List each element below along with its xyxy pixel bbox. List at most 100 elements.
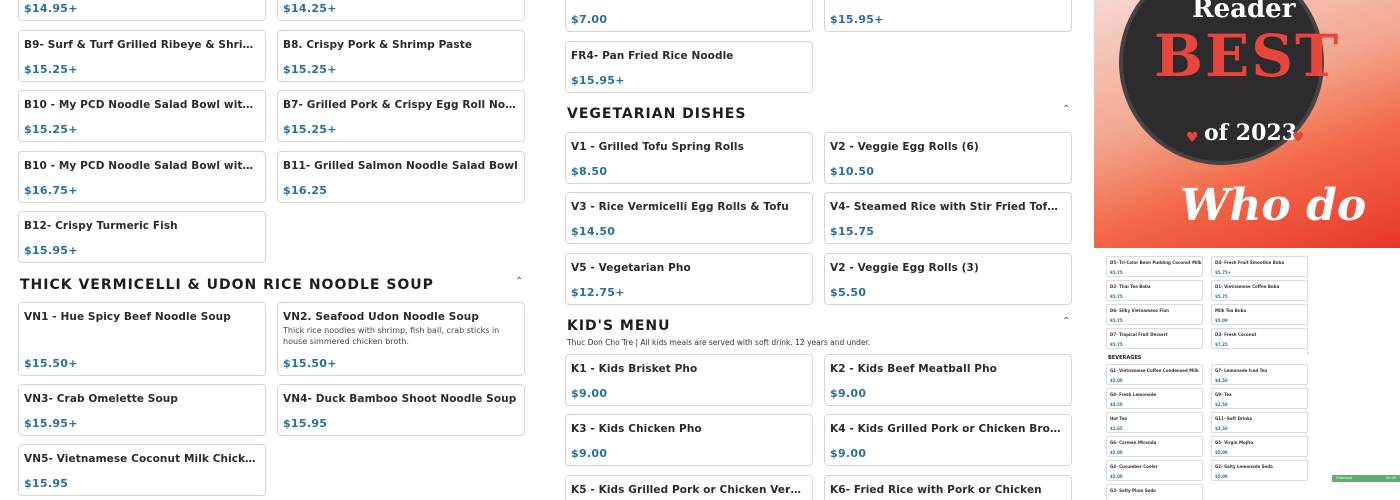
item-price: $12.75+	[571, 286, 625, 299]
mini-checkout-label: Checkout	[1336, 476, 1353, 480]
menu-item-card[interactable]: B10 - My PCD Noodle Salad Bowl with 3 Pr…	[18, 151, 266, 203]
mini-item-price: $5.75	[1215, 294, 1228, 299]
chevron-up-icon[interactable]: ⌃	[515, 276, 523, 287]
menu-item-card[interactable]: VN2. Seafood Udon Noodle Soup Thick rice…	[277, 302, 525, 376]
mini-item-price: $5.00	[1215, 318, 1228, 323]
mini-item-price: $5.75	[1110, 270, 1123, 275]
mini-item-card: D6- Silky Vietnamese Flan $5.75	[1106, 304, 1203, 325]
mini-item-card: Milk Tea Boba $5.00	[1211, 304, 1308, 325]
item-price: $15.25+	[283, 63, 337, 76]
item-price: $5.50	[830, 286, 867, 299]
mini-item-card: D2- Thai Tea Boba $5.75	[1106, 280, 1203, 301]
item-name: K6- Fried Rice with Pork or Chicken	[830, 484, 1042, 496]
promo-year-text: of 2023	[1204, 120, 1298, 146]
mini-item-price: $3.50	[1215, 426, 1228, 431]
mini-item-name: D7- Tropical Fruit Dessert	[1110, 332, 1168, 337]
menu-item-card[interactable]: $15.95+	[824, 0, 1072, 32]
menu-item-card[interactable]: K1 - Kids Brisket Pho $9.00	[565, 354, 813, 406]
mini-item-card: G1- Vietnamese Coffee Condensed Milk $5.0…	[1106, 364, 1203, 385]
chevron-up-icon[interactable]: ⌃	[1062, 104, 1070, 115]
mini-item-price: $5.00	[1215, 474, 1228, 479]
menu-item-card[interactable]: B8. Crispy Pork & Shrimp Paste $15.25+	[277, 30, 525, 82]
item-price: $9.00	[830, 387, 867, 400]
item-price: $9.00	[830, 447, 867, 460]
mini-item-name: D1- Vietnamese Coffee Boba	[1215, 284, 1280, 289]
menu-item-card[interactable]: V2 - Veggie Egg Rolls (6) $10.50	[824, 132, 1072, 184]
menu-item-card[interactable]: VN1 - Hue Spicy Beef Noodle Soup $15.50+	[18, 302, 266, 376]
mini-item-price: $7.25	[1215, 342, 1228, 347]
section-subtitle: Thuc Don Cho Tre | All kids meals are se…	[567, 338, 871, 347]
item-name: VN2. Seafood Udon Noodle Soup	[283, 311, 479, 323]
mini-item-card: D1- Vietnamese Coffee Boba $5.75	[1211, 280, 1308, 301]
item-price: $8.50	[571, 165, 608, 178]
menu-item-card[interactable]: V5 - Vegetarian Pho $12.75+	[565, 253, 813, 305]
item-price: $14.95+	[24, 2, 78, 15]
menu-item-card[interactable]: FR4- Pan Fried Rice Noodle $15.95+	[565, 41, 813, 93]
mini-item-name: G2- Salty Lemonade Soda	[1215, 464, 1273, 469]
mini-item-card: D4- Fresh Fruit Smoothie Boba $5.75+	[1211, 256, 1308, 277]
menu-item-card[interactable]: V3 - Rice Vermicelli Egg Rolls & Tofu $1…	[565, 192, 813, 244]
item-name: B10 - My PCD Noodle Salad Bowl with 3 Pr…	[24, 160, 259, 172]
item-price: $15.50+	[283, 357, 337, 370]
section-title-kids-menu: KID'S MENU	[567, 318, 671, 334]
menu-item-card[interactable]: VN3- Crab Omelette Soup $15.95+	[18, 384, 266, 436]
menu-item-card[interactable]: VN5- Vietnamese Coconut Milk Chicken Cur…	[18, 444, 266, 496]
mini-item-price: $5.75	[1110, 342, 1123, 347]
menu-item-card[interactable]: V1 - Grilled Tofu Spring Rolls $8.50	[565, 132, 813, 184]
menu-item-card[interactable]: B11- Grilled Salmon Noodle Salad Bowl $1…	[277, 151, 525, 203]
item-price: $16.75+	[24, 184, 78, 197]
item-name: VN1 - Hue Spicy Beef Noodle Soup	[24, 311, 231, 323]
menu-item-card[interactable]: K3 - Kids Chicken Pho $9.00	[565, 414, 813, 466]
menu-item-card[interactable]: K5 - Kids Grilled Pork or Chicken Vermic…	[565, 475, 813, 500]
menu-item-card[interactable]: K6- Fried Rice with Pork or Chicken	[824, 475, 1072, 500]
chevron-up-icon: ⌃	[1306, 352, 1311, 358]
mini-item-price: $5.00	[1110, 450, 1123, 455]
item-price: $15.25+	[283, 123, 337, 136]
menu-item-card[interactable]: V2 - Veggie Egg Rolls (3) $5.50	[824, 253, 1072, 305]
item-price: $7.00	[571, 13, 608, 26]
heart-icon: ♥	[1186, 130, 1199, 146]
mini-item-name: G6- Carmen Miranda	[1110, 440, 1157, 445]
mini-item-card: G6- Carmen Miranda $5.00	[1106, 436, 1203, 457]
menu-item-card[interactable]: $7.00	[565, 0, 813, 32]
item-price: $15.50+	[24, 357, 78, 370]
mini-item-name: G3- Salty Plum Soda	[1110, 488, 1156, 493]
mini-item-price: $2.50	[1215, 402, 1228, 407]
mini-item-name: Hot Tea	[1110, 416, 1128, 421]
mini-item-card: G8- Fresh Lemonade $4.50	[1106, 388, 1203, 409]
menu-item-card[interactable]: VN4- Duck Bamboo Shoot Noodle Soup $15.9…	[277, 384, 525, 436]
item-price: $15.95+	[571, 74, 625, 87]
item-name: B11- Grilled Salmon Noodle Salad Bowl	[283, 160, 518, 172]
mini-item-price: $1.65	[1110, 426, 1123, 431]
section-title-thick-vermicelli: THICK VERMICELLI & UDON RICE NOODLE SOUP	[20, 277, 434, 293]
menu-item-card[interactable]: $14.25+	[277, 0, 525, 21]
item-name: V2 - Veggie Egg Rolls (6)	[830, 141, 979, 153]
menu-item-card[interactable]: V4- Steamed Rice with Stir Fried Tofu & …	[824, 192, 1072, 244]
mini-item-name: D3- Fresh Coconut	[1215, 332, 1257, 337]
item-price: $15.25+	[24, 63, 78, 76]
mini-item-name: D5- Tri-Color Bean Pudding Coconut Milk	[1110, 260, 1202, 265]
item-price: $15.95	[24, 477, 69, 490]
item-name: V1 - Grilled Tofu Spring Rolls	[571, 141, 744, 153]
mini-item-name: G8- Fresh Lemonade	[1110, 392, 1157, 397]
menu-item-card[interactable]: K4 - Kids Grilled Pork or Chicken Broken…	[824, 414, 1072, 466]
mini-item-card: G3- Salty Plum Soda	[1106, 484, 1203, 500]
menu-item-card[interactable]: $14.95+	[18, 0, 266, 21]
mini-item-card: Hot Tea $1.65	[1106, 412, 1203, 433]
item-name: B7- Grilled Pork & Crispy Egg Roll Noodl…	[283, 99, 518, 111]
item-name: K2 - Kids Beef Meatball Pho	[830, 363, 997, 375]
promo-banner[interactable]: Reader BEST ♥ of 2023 ♥ Who do	[1094, 0, 1400, 248]
mini-item-price: $5.00	[1110, 474, 1123, 479]
mini-item-price: $5.75	[1110, 318, 1123, 323]
menu-item-card[interactable]: B7- Grilled Pork & Crispy Egg Roll Noodl…	[277, 90, 525, 142]
mini-item-price: $5.75+	[1215, 270, 1232, 275]
chevron-up-icon[interactable]: ⌃	[1062, 316, 1070, 327]
menu-item-card[interactable]: B12- Crispy Turmeric Fish $15.95+	[18, 211, 266, 263]
item-name: K5 - Kids Grilled Pork or Chicken Vermic…	[571, 484, 806, 496]
menu-item-card[interactable]: K2 - Kids Beef Meatball Pho $9.00	[824, 354, 1072, 406]
mini-item-price: $5.00	[1110, 378, 1123, 383]
menu-item-card[interactable]: B9- Surf & Turf Grilled Ribeye & Shrimp …	[18, 30, 266, 82]
mini-checkout-bar: Checkout $0.00	[1332, 475, 1400, 482]
menu-item-card[interactable]: B10 - My PCD Noodle Salad Bowl with 2 Pr…	[18, 90, 266, 142]
item-price: $15.95+	[24, 244, 78, 257]
